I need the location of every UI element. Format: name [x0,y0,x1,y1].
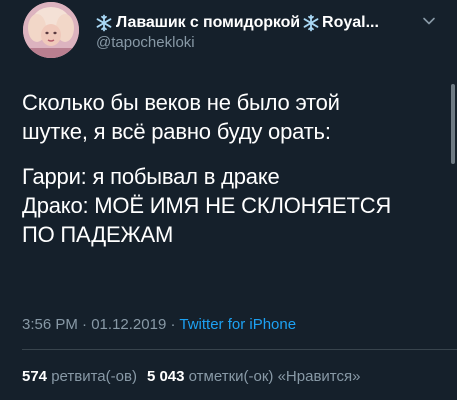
tweet-paragraph: Сколько бы веков не было этой шутке, я в… [22,90,340,144]
tweet-stats: 574 ретвита(-ов) 5 043 отметки(-ок) «Нрав… [22,368,360,385]
retweets-count: 574 [22,368,48,385]
tweet-time[interactable]: 3:56 PM [22,316,78,333]
scrollbar[interactable] [451,84,455,164]
snowflake-icon [303,14,319,32]
chevron-down-icon[interactable] [422,14,436,28]
display-name-tail: Royal... [322,14,379,31]
tweet-timestamp: 3:56 PM · 01.12.2019 · Twitter for iPhon… [22,316,296,333]
retweets-stat[interactable]: 574 ретвита(-ов) [22,368,137,385]
snowflake-icon [96,14,112,32]
tweet-paragraph: Гарри: я побывал в драке Драко: МОЁ ИМЯ … [22,164,392,247]
tweet-source-link[interactable]: Twitter for iPhone [179,316,296,333]
tweet-header: Лавашик с помидоркой Royal... @tapochekl… [23,2,443,60]
avatar-image [23,2,79,58]
avatar[interactable] [23,2,79,58]
tweet-text: Сколько бы веков не было этой шутке, я в… [22,88,442,249]
meta-separator: · [77,316,92,333]
tweet-date[interactable]: 01.12.2019 [91,316,166,333]
meta-separator: · [166,316,180,333]
tweet-detail: Лавашик с помидоркой Royal... @tapochekl… [0,0,457,400]
user-handle[interactable]: @tapochekloki [96,34,195,51]
divider [22,349,457,350]
likes-stat[interactable]: 5 043 отметки(-ок) «Нравится» [147,368,361,385]
retweets-label: ретвита(-ов) [51,368,137,385]
display-name-row[interactable]: Лавашик с помидоркой Royal... [95,12,379,34]
likes-label: отметки(-ок) «Нравится» [188,368,361,385]
display-name: Лавашик с помидоркой [116,14,301,31]
likes-count: 5 043 [146,368,185,385]
